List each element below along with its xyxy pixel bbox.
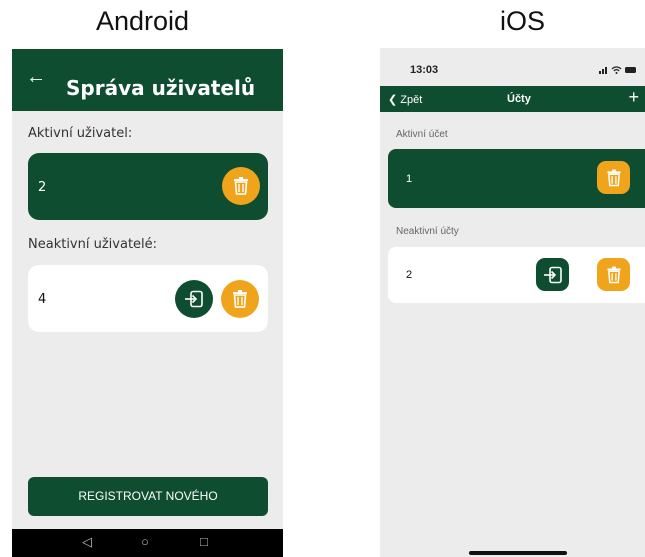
inactive-accounts-label: Neaktivní účty — [396, 226, 459, 237]
nav-home-icon[interactable]: ○ — [141, 535, 149, 549]
inactive-user-id: 4 — [38, 292, 47, 307]
delete-button[interactable] — [597, 258, 630, 291]
home-indicator[interactable] — [469, 551, 567, 555]
inactive-account-card[interactable]: 2 — [388, 247, 645, 303]
inactive-account-id: 2 — [406, 269, 413, 281]
nav-recents-icon[interactable]: □ — [200, 535, 208, 549]
delete-button[interactable] — [597, 161, 630, 194]
arrow-left-icon[interactable]: ← — [26, 67, 46, 87]
delete-button[interactable] — [221, 280, 259, 318]
active-account-id: 1 — [406, 173, 413, 185]
page-title: Správa uživatelů — [66, 76, 256, 100]
ios-caption: iOS — [500, 6, 546, 36]
android-app-bar: ← Správa uživatelů — [12, 49, 283, 111]
active-user-id: 2 — [38, 180, 47, 195]
trash-icon — [234, 177, 248, 195]
status-icons — [599, 66, 636, 74]
back-label: Zpět — [400, 94, 423, 106]
trash-icon — [233, 290, 247, 308]
active-account-card[interactable]: 1 — [388, 149, 645, 208]
android-caption: Android — [96, 6, 190, 36]
ios-screen: 13:03 ❮ Zpět Účty + Aktivní účet 1 Neakt… — [380, 48, 645, 557]
trash-icon — [606, 266, 621, 283]
delete-button[interactable] — [222, 167, 260, 205]
ios-navigation-bar: ❮ Zpět Účty + — [380, 86, 645, 112]
page-title: Účty — [507, 93, 531, 105]
login-button[interactable] — [175, 280, 213, 318]
back-button[interactable]: ❮ Zpět — [388, 93, 422, 106]
nav-back-icon[interactable]: ◁ — [82, 535, 92, 549]
inactive-user-card[interactable]: 4 — [28, 265, 268, 332]
register-new-button[interactable]: REGISTROVAT NOVÉHO — [28, 477, 268, 516]
login-icon — [185, 290, 203, 308]
active-account-label: Aktivní účet — [396, 129, 448, 140]
trash-icon — [606, 169, 621, 186]
active-user-card[interactable]: 2 — [28, 153, 268, 220]
login-button[interactable] — [536, 258, 569, 291]
android-navigation-bar: ◁ ○ □ — [12, 529, 283, 557]
android-screen: ← Správa uživatelů Aktivní uživatel: 2 N… — [12, 49, 283, 557]
plus-icon[interactable]: + — [628, 88, 639, 106]
active-user-label: Aktivní uživatel: — [28, 126, 133, 141]
status-time: 13:03 — [410, 64, 439, 76]
inactive-users-label: Neaktivní uživatelé: — [28, 237, 158, 252]
login-icon — [543, 266, 562, 283]
